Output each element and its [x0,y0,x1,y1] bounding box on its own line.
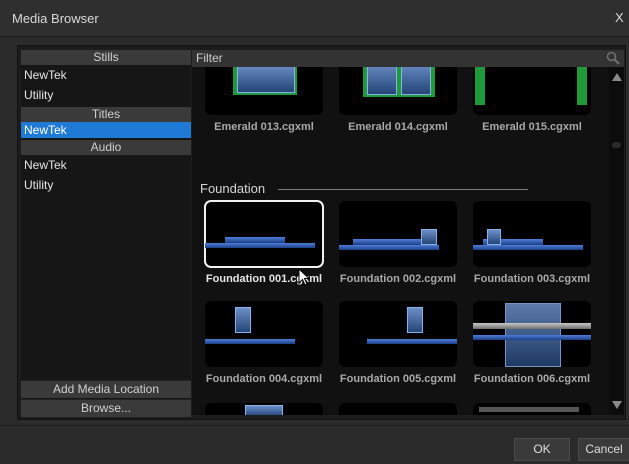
thumbnail [473,301,591,367]
sidebar-item-stills-newtek[interactable]: NewTek [21,65,191,85]
section-header-audio[interactable]: Audio [21,140,191,155]
media-pane: Filter Emerald 013.cgxml Emerald 014.cgx… [192,50,624,415]
thumbnail [473,67,591,115]
thumbnail [473,201,591,267]
sidebar-item-audio-newtek[interactable]: NewTek [21,155,191,175]
location-sidebar: Stills NewTek Utility Titles NewTek Audi… [21,50,191,417]
media-label: Foundation 002.cgxml [339,273,457,285]
section-header-stills[interactable]: Stills [21,50,191,65]
media-grid: Emerald 013.cgxml Emerald 014.cgxml Emer… [192,67,609,415]
thumbnail [339,67,457,115]
media-tile-foundation-006[interactable]: Foundation 006.cgxml [473,301,591,385]
title-bar: Media Browser X [0,0,629,37]
media-label: Foundation 003.cgxml [473,273,591,285]
scroll-thumb[interactable] [612,142,621,148]
mouse-pointer-icon [298,268,310,286]
media-tile-partial[interactable] [339,403,457,415]
scroll-up-arrow-icon[interactable] [612,73,622,81]
media-tile-emerald-013[interactable]: Emerald 013.cgxml [205,67,323,133]
thumbnail [205,301,323,367]
media-label: Emerald 015.cgxml [482,121,582,133]
dialog-footer: OK Cancel [0,425,629,464]
group-divider [278,189,528,190]
ok-button[interactable]: OK [514,438,570,461]
close-button[interactable]: X [615,5,629,31]
group-title: Foundation [200,181,266,196]
media-label: Foundation 004.cgxml [205,373,323,385]
thumbnail [204,200,324,268]
filter-label: Filter [196,51,223,65]
sidebar-item-stills-utility[interactable]: Utility [21,85,191,105]
media-tile-foundation-003[interactable]: Foundation 003.cgxml [473,201,591,285]
media-tile-emerald-014[interactable]: Emerald 014.cgxml [339,67,457,133]
window-title: Media Browser [12,11,99,26]
section-header-titles[interactable]: Titles [21,107,191,122]
browse-button[interactable]: Browse... [21,399,191,417]
sidebar-item-titles-newtek[interactable]: NewTek [21,122,191,138]
media-label: Emerald 013.cgxml [214,121,314,133]
cancel-button[interactable]: Cancel [578,438,629,461]
thumbnail [339,301,457,367]
sidebar-item-audio-utility[interactable]: Utility [21,175,191,195]
thumbnail [205,67,323,115]
thumbnail [339,201,457,267]
media-tile-foundation-002[interactable]: Foundation 002.cgxml [339,201,457,285]
media-label: Foundation 005.cgxml [339,373,457,385]
browser-frame: Stills NewTek Utility Titles NewTek Audi… [17,45,626,420]
filter-bar[interactable]: Filter [192,50,624,67]
media-label: Emerald 014.cgxml [348,121,448,133]
media-tile-partial[interactable] [205,403,323,415]
media-tile-foundation-005[interactable]: Foundation 005.cgxml [339,301,457,385]
media-tile-partial[interactable] [473,403,591,415]
scroll-down-arrow-icon[interactable] [612,401,622,409]
search-icon[interactable] [606,51,620,65]
vertical-scrollbar[interactable] [609,67,624,415]
media-label: Foundation 006.cgxml [473,373,591,385]
media-tile-emerald-015[interactable]: Emerald 015.cgxml [473,67,591,133]
add-media-location-button[interactable]: Add Media Location [21,380,191,398]
media-tile-foundation-004[interactable]: Foundation 004.cgxml [205,301,323,385]
